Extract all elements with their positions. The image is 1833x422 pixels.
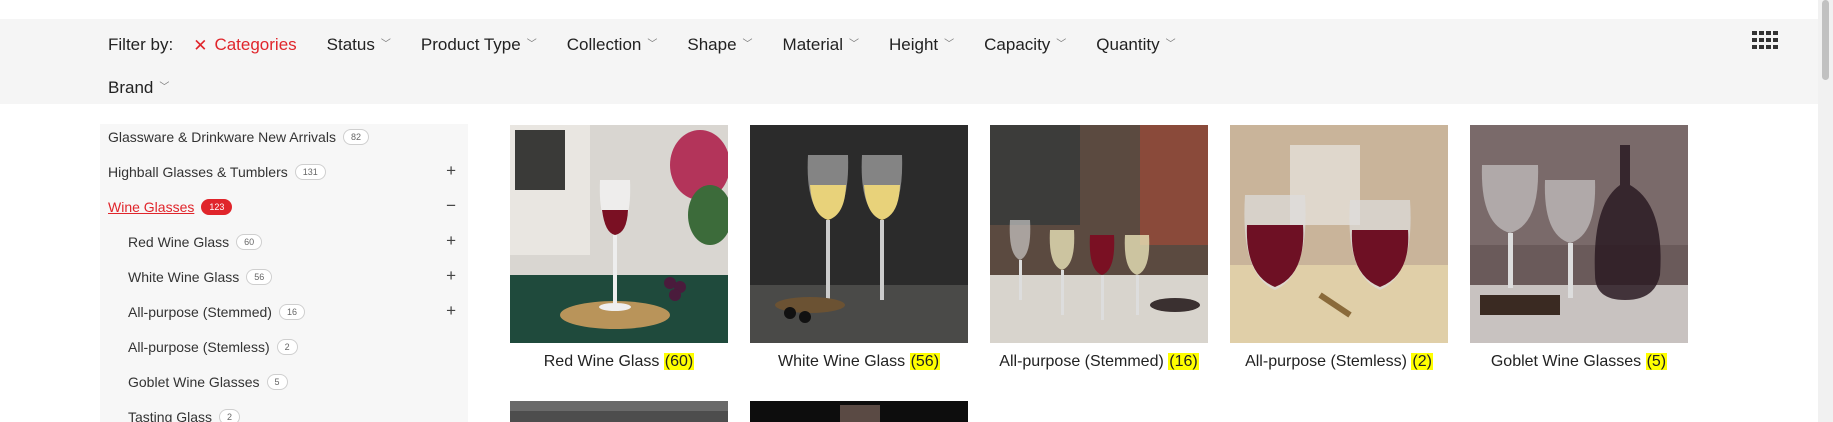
- product-image[interactable]: [990, 125, 1208, 343]
- page-scrollbar[interactable]: [1818, 0, 1833, 422]
- grid-view-icon[interactable]: [1752, 31, 1778, 49]
- active-filter-categories[interactable]: ✕ Categories: [193, 35, 296, 55]
- category-count-badge: 2: [219, 409, 241, 422]
- filter-label: Filter by:: [108, 35, 174, 54]
- filter-label-text: Material: [782, 35, 844, 54]
- chevron-down-icon: ﹀: [159, 82, 170, 93]
- category-name: All-purpose (Stemmed): [128, 304, 272, 320]
- active-filter-label: Categories: [214, 35, 297, 54]
- product-count: (60): [663, 353, 695, 370]
- expand-icon[interactable]: +: [446, 301, 456, 321]
- category-all-purpose-stemless[interactable]: All-purpose (Stemless) 2: [128, 334, 460, 360]
- category-name: Wine Glasses: [108, 199, 195, 215]
- product-caption[interactable]: Goblet Wine Glasses (5): [1470, 353, 1688, 371]
- category-wine-glasses[interactable]: Wine Glasses 123 −: [108, 194, 460, 220]
- category-new-arrivals[interactable]: Glassware & Drinkware New Arrivals 82: [108, 124, 460, 150]
- filter-label-text: Height: [889, 35, 939, 54]
- chevron-down-icon: ﹀: [647, 39, 658, 50]
- product-count: (2): [1411, 353, 1433, 370]
- category-tasting[interactable]: Tasting Glass 2: [128, 404, 460, 422]
- product-caption[interactable]: All-purpose (Stemless) (2): [1230, 353, 1448, 371]
- filter-row: Filter by: ✕ Categories Status ﹀ Product …: [108, 30, 1206, 60]
- category-count-badge: 60: [236, 234, 263, 250]
- category-count-badge: 16: [278, 304, 305, 320]
- product-caption[interactable]: White Wine Glass (56): [750, 353, 968, 371]
- close-icon[interactable]: ✕: [193, 37, 207, 54]
- category-goblet[interactable]: Goblet Wine Glasses 5: [128, 369, 460, 395]
- category-name: Tasting Glass: [128, 409, 213, 422]
- filter-label-text: Product Type: [420, 35, 521, 54]
- category-name: All-purpose (Stemless): [128, 339, 270, 355]
- product-caption[interactable]: All-purpose (Stemmed) (16): [990, 353, 1208, 371]
- filter-shape[interactable]: Shape ﹀: [687, 35, 752, 55]
- product-image[interactable]: [1230, 125, 1448, 343]
- filter-height[interactable]: Height ﹀: [889, 35, 954, 55]
- product-name: White Wine Glass: [777, 353, 906, 370]
- expand-icon[interactable]: +: [446, 231, 456, 251]
- filter-bar: Filter by: ✕ Categories Status ﹀ Product …: [0, 19, 1818, 104]
- category-name: Glassware & Drinkware New Arrivals: [108, 129, 336, 145]
- filter-label-text: Collection: [566, 35, 642, 54]
- product-image[interactable]: [1470, 125, 1688, 343]
- filter-label-text: Shape: [687, 35, 737, 54]
- chevron-down-icon: ﹀: [849, 39, 860, 50]
- product-card-goblet[interactable]: Goblet Wine Glasses (5): [1470, 125, 1688, 371]
- category-count-badge: 2: [276, 339, 298, 355]
- collapse-icon[interactable]: −: [446, 196, 456, 216]
- category-all-purpose-stemmed[interactable]: All-purpose (Stemmed) 16 +: [128, 299, 460, 325]
- chevron-down-icon: ﹀: [742, 39, 753, 50]
- category-white-wine[interactable]: White Wine Glass 56 +: [128, 264, 460, 290]
- category-name: Highball Glasses & Tumblers: [108, 164, 288, 180]
- product-count: (5): [1645, 353, 1668, 370]
- filter-label-text: Capacity: [984, 35, 1051, 54]
- filter-material[interactable]: Material ﹀: [783, 35, 859, 55]
- category-red-wine[interactable]: Red Wine Glass 60 +: [128, 229, 460, 255]
- expand-icon[interactable]: +: [446, 161, 456, 181]
- filter-capacity[interactable]: Capacity ﹀: [984, 35, 1066, 55]
- product-card-all-purpose-stemless[interactable]: All-purpose (Stemless) (2): [1230, 125, 1448, 371]
- chevron-down-icon: ﹀: [380, 39, 391, 50]
- category-name: Goblet Wine Glasses: [128, 374, 260, 390]
- category-name: Red Wine Glass: [128, 234, 230, 250]
- filter-collection[interactable]: Collection ﹀: [567, 35, 658, 55]
- product-name: All-purpose (Stemmed): [999, 353, 1164, 370]
- product-count: (56): [909, 353, 941, 370]
- chevron-down-icon: ﹀: [1165, 39, 1176, 50]
- filter-status[interactable]: Status ﹀: [327, 35, 391, 55]
- product-count: (16): [1168, 353, 1199, 370]
- product-card-all-purpose-stemmed[interactable]: All-purpose (Stemmed) (16): [990, 125, 1208, 371]
- category-name: White Wine Glass: [128, 269, 240, 285]
- product-card-row2-2[interactable]: [750, 401, 968, 422]
- category-count-badge: 5: [266, 374, 288, 390]
- filter-label-text: Quantity: [1096, 35, 1160, 54]
- filter-row-2: Brand ﹀: [108, 73, 199, 103]
- filter-brand[interactable]: Brand ﹀: [108, 78, 169, 98]
- product-name: Red Wine Glass: [543, 353, 660, 370]
- category-sidebar: Glassware & Drinkware New Arrivals 82 Hi…: [100, 124, 468, 422]
- filter-label-text: Status: [326, 35, 375, 54]
- filter-product-type[interactable]: Product Type ﹀: [421, 35, 537, 55]
- filter-label-text: Brand: [108, 78, 154, 97]
- filter-quantity[interactable]: Quantity ﹀: [1096, 35, 1175, 55]
- product-card-red-wine[interactable]: Red Wine Glass (60): [510, 125, 728, 371]
- product-caption[interactable]: Red Wine Glass (60): [510, 353, 728, 371]
- category-count-badge: 82: [342, 129, 369, 145]
- category-highball[interactable]: Highball Glasses & Tumblers 131 +: [108, 159, 460, 185]
- product-image[interactable]: [510, 125, 728, 343]
- category-count-badge: 56: [246, 269, 273, 285]
- product-card-white-wine[interactable]: White Wine Glass (56): [750, 125, 968, 371]
- chevron-down-icon: ﹀: [944, 39, 955, 50]
- category-count-badge: 123: [201, 199, 233, 215]
- product-image[interactable]: [510, 401, 728, 422]
- category-count-badge: 131: [294, 164, 326, 180]
- product-card-row2-1[interactable]: [510, 401, 728, 422]
- product-name: Goblet Wine Glasses: [1490, 353, 1642, 370]
- product-image[interactable]: [750, 401, 968, 422]
- product-image[interactable]: [750, 125, 968, 343]
- product-name: All-purpose (Stemless): [1245, 353, 1407, 370]
- expand-icon[interactable]: +: [446, 266, 456, 286]
- chevron-down-icon: ﹀: [526, 39, 537, 50]
- scrollbar-thumb[interactable]: [1822, 0, 1829, 80]
- chevron-down-icon: ﹀: [1056, 39, 1067, 50]
